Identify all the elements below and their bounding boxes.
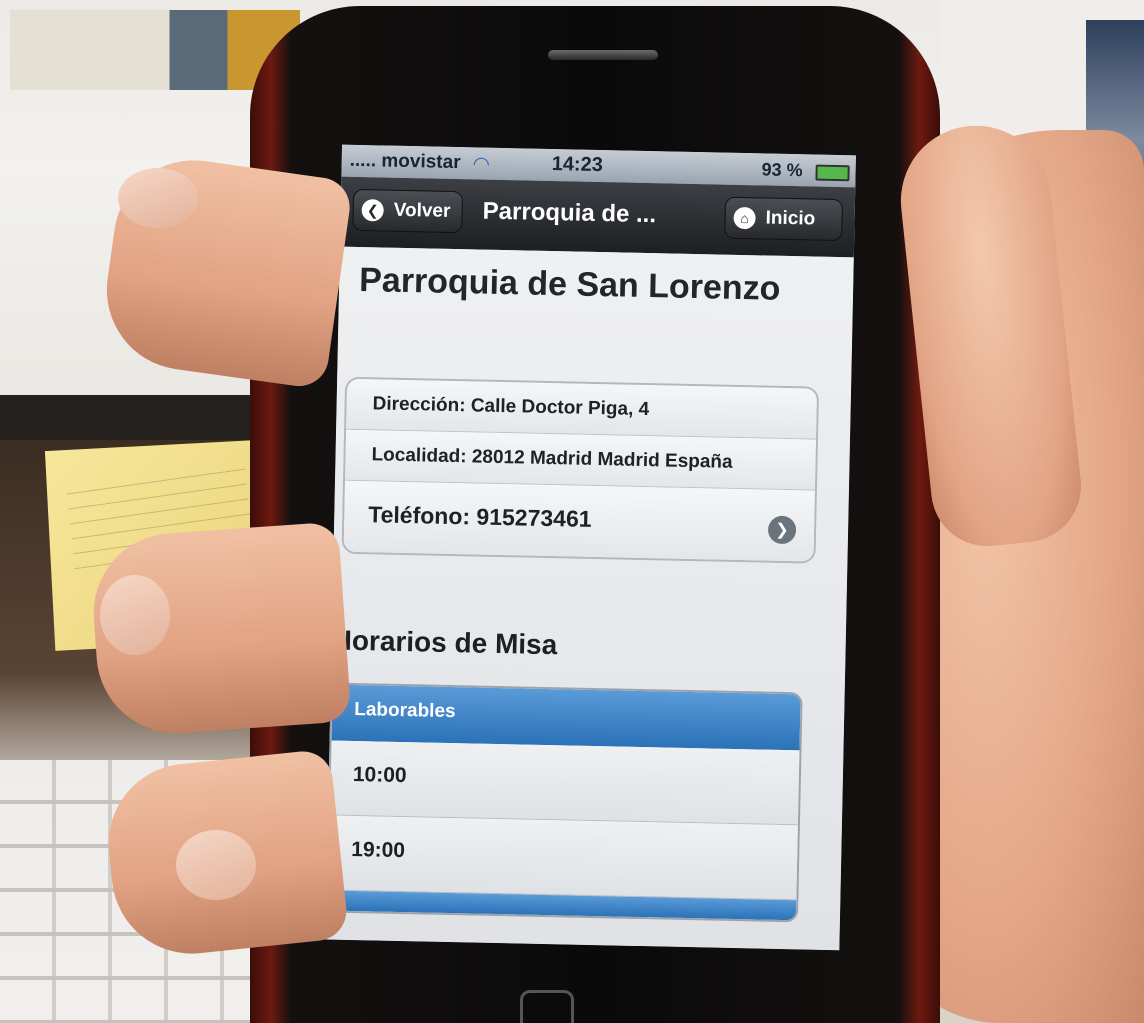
phone-speaker: [548, 50, 658, 60]
list-item-phone[interactable]: Teléfono: 915273461 ❯: [343, 480, 815, 562]
home-button-label: Inicio: [765, 207, 816, 230]
phone-label: Teléfono: 915273461: [368, 501, 592, 532]
fingernail: [176, 830, 256, 900]
wifi-icon: ◠: [473, 153, 490, 176]
nav-title: Parroquia de ...: [482, 197, 657, 229]
back-button-label: Volver: [393, 199, 451, 222]
fingernail: [100, 575, 170, 655]
page-title: Parroquia de San Lorenzo: [358, 261, 781, 308]
back-button[interactable]: ❮ Volver: [352, 188, 464, 234]
list-header: Laborables: [331, 684, 801, 751]
photo-scene: ..... movistar ◠ 14:23 93 % ❮ Volver Par…: [0, 0, 1144, 1023]
section-title: Horarios de Misa: [331, 624, 558, 661]
page-content: Parroquia de San Lorenzo Dirección: Call…: [325, 246, 854, 951]
info-list: Dirección: Calle Doctor Piga, 4 Localida…: [341, 376, 820, 564]
home-icon: ⌂: [733, 206, 756, 230]
list-item: 19:00: [328, 815, 798, 901]
home-button[interactable]: ⌂ Inicio: [724, 196, 844, 242]
carrier-label: ..... movistar: [349, 149, 461, 174]
chevron-right-icon[interactable]: ❯: [767, 515, 797, 545]
mass-schedule-list: Laborables 10:00 19:00: [325, 682, 803, 923]
chevron-left-icon: ❮: [361, 199, 384, 222]
battery-icon: [815, 164, 850, 182]
phone-screen: ..... movistar ◠ 14:23 93 % ❮ Volver Par…: [325, 144, 856, 951]
fingernail: [118, 168, 198, 228]
battery-percent: 93 %: [761, 159, 803, 181]
clock: 14:23: [551, 153, 604, 177]
list-item: 10:00: [330, 740, 800, 826]
phone-home-button: [520, 990, 574, 1023]
navigation-bar: ❮ Volver Parroquia de ... ⌂ Inicio: [339, 176, 856, 258]
